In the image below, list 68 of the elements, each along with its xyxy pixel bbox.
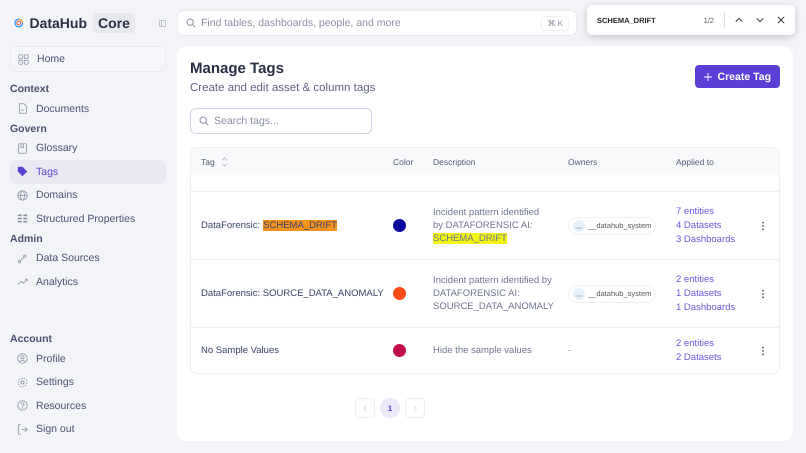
shortcut-key: ⌘ K <box>541 16 569 31</box>
applied-link[interactable]: 2 entities <box>676 338 714 349</box>
nav-item[interactable]: Tags <box>10 160 166 184</box>
document-icon <box>17 103 28 114</box>
book-icon <box>17 142 28 154</box>
plus-icon <box>704 72 712 80</box>
tag-name: DataForensic: SCHEMA_DRIFT <box>201 220 338 231</box>
globe-icon <box>17 190 28 201</box>
user-icon <box>17 353 28 364</box>
page-title: Manage Tags <box>190 60 285 77</box>
plug-icon <box>17 252 28 264</box>
nav-item[interactable]: Structured Properties <box>10 207 166 230</box>
search-icon <box>186 18 196 28</box>
more-icon[interactable] <box>761 220 765 230</box>
search-icon <box>199 116 209 126</box>
grid-icon <box>18 54 29 64</box>
empty-owner: - <box>568 345 572 356</box>
nav-item[interactable]: Analytics <box>10 270 166 294</box>
page-subtitle: Create and edit asset & column tags <box>190 82 376 94</box>
list-icon <box>17 213 28 224</box>
nav-item[interactable]: Resources <box>10 394 166 418</box>
nav-item[interactable]: Documents <box>10 97 166 120</box>
applied-link[interactable]: 7 entities <box>676 206 714 217</box>
column-header: Color <box>393 156 414 166</box>
tag-name: No Sample Values <box>201 345 279 356</box>
chevron-right-icon <box>413 404 417 412</box>
tag-name: DataForensic: SOURCE_DATA_ANOMALY <box>201 288 384 299</box>
nav-item[interactable]: Profile <box>10 347 166 370</box>
chevron-left-icon <box>363 404 367 412</box>
column-header: Owners <box>568 156 598 166</box>
applied-link[interactable]: 2 Datasets <box>676 352 722 363</box>
tag-description: Incident pattern identified by DATAFORENSIC AI: SCHEMA_DRIFT <box>433 206 540 245</box>
tag-icon <box>17 166 28 178</box>
chevron-up-icon[interactable] <box>735 16 743 24</box>
sign-out-icon <box>17 424 28 435</box>
create-tag-button[interactable]: Create Tag <box>694 65 780 88</box>
nav-item[interactable]: Domains <box>10 184 166 207</box>
nav-item[interactable]: Glossary <box>10 136 166 160</box>
nav-heading: Account <box>10 332 53 347</box>
more-icon[interactable] <box>761 346 765 356</box>
help-icon <box>17 400 28 412</box>
trend-line-icon <box>17 276 28 288</box>
column-header: Applied to <box>676 156 714 166</box>
applied-link[interactable]: 1 Datasets <box>676 288 722 299</box>
nav-item[interactable]: Data Sources <box>10 246 166 270</box>
brand-name: DataHub <box>29 15 88 31</box>
applied-link[interactable]: 1 Dashboards <box>676 302 736 313</box>
tag-description: Incident pattern identified by DATAFORENSIC AI: SOURCE_DATA_ANOMALY <box>433 274 554 313</box>
applied-link[interactable]: 2 entities <box>676 274 714 285</box>
nav-heading: Govern <box>10 122 48 136</box>
column-header: Tag <box>201 156 215 166</box>
sidebar-toggle-icon[interactable] <box>158 18 166 28</box>
tag-description: Hide the sample values <box>433 344 533 357</box>
nav-heading: Context <box>10 82 50 97</box>
nav-item[interactable]: Settings <box>10 370 166 394</box>
applied-link[interactable]: 3 Dashboards <box>676 234 736 245</box>
column-header: Description <box>433 156 476 166</box>
nav-item[interactable]: Sign out <box>10 418 166 441</box>
more-icon[interactable] <box>761 288 765 298</box>
close-icon[interactable] <box>777 16 785 24</box>
tag-search-field[interactable]: Search tags... <box>190 108 372 134</box>
chevron-down-icon[interactable] <box>756 16 764 24</box>
edition-badge: Core <box>93 13 135 33</box>
applied-link[interactable]: 4 Datasets <box>676 220 722 231</box>
nav-item[interactable]: Home <box>10 46 166 72</box>
page-button[interactable]: 1 <box>380 398 400 418</box>
settings-icon <box>17 376 28 388</box>
nav-heading: Admin <box>10 232 44 246</box>
